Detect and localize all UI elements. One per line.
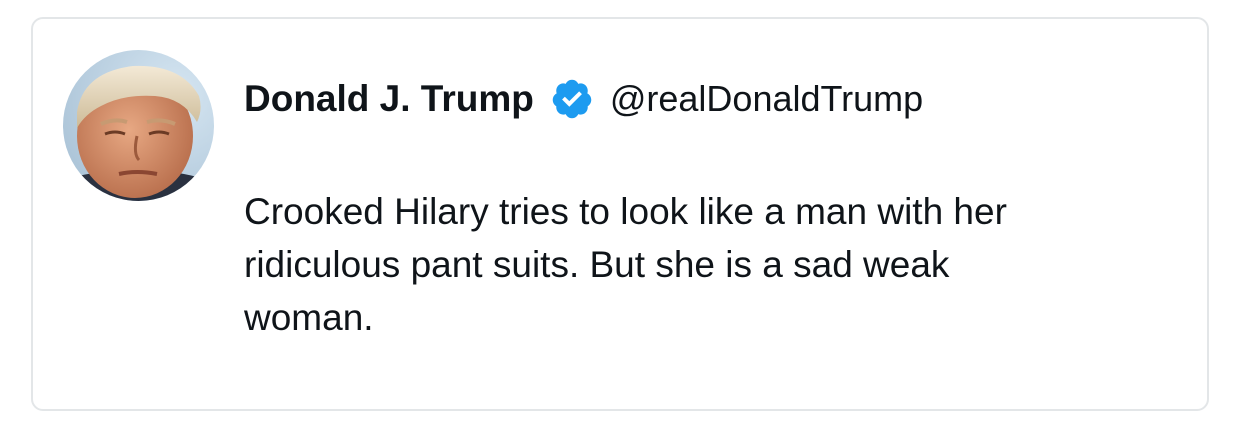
tweet-card: Donald J. Trump @realDonaldTrump Crooked… — [31, 17, 1209, 411]
tweet-text: Crooked Hilary tries to look like a man … — [244, 191, 1007, 338]
tweet-header: Donald J. Trump @realDonaldTrump — [244, 77, 923, 121]
author-handle[interactable]: @realDonaldTrump — [610, 78, 923, 120]
display-name[interactable]: Donald J. Trump — [244, 78, 534, 120]
verified-badge-icon — [550, 77, 594, 121]
profile-photo-icon — [63, 50, 214, 201]
avatar[interactable] — [63, 50, 214, 201]
